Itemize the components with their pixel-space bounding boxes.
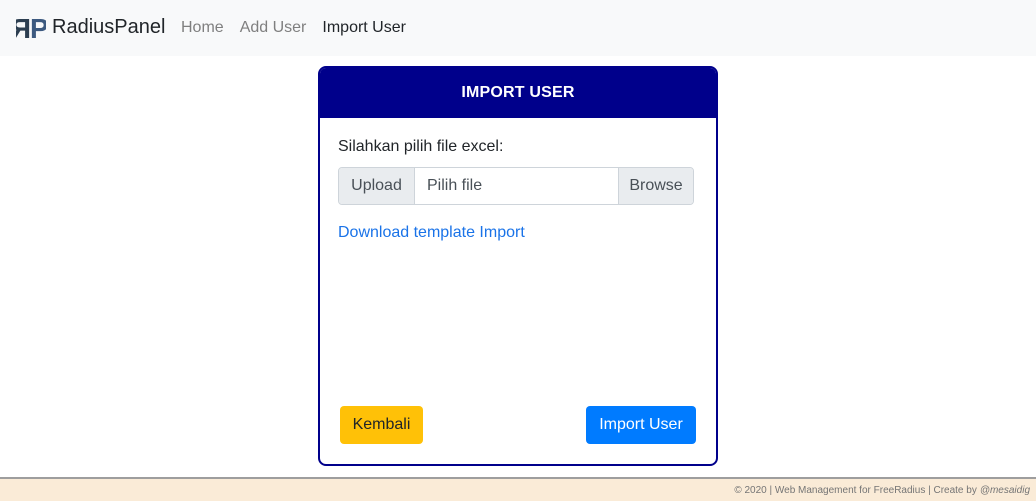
radiuspanel-logo-icon: R P: [16, 13, 46, 42]
top-navbar: R P RadiusPanel Home Add User Import Use…: [0, 0, 1036, 56]
footer-author: @mesaidig: [979, 484, 1030, 496]
card-title: IMPORT USER: [320, 68, 716, 118]
download-template-link[interactable]: Download template Import: [338, 224, 525, 242]
import-user-button[interactable]: Import User: [586, 406, 696, 444]
nav-links: Home Add User Import User: [173, 0, 414, 56]
file-input-group: Upload Pilih file Browse: [338, 167, 694, 205]
nav-import-user[interactable]: Import User: [314, 0, 414, 56]
browse-button[interactable]: Browse: [618, 168, 693, 204]
nav-add-user[interactable]: Add User: [232, 0, 315, 56]
import-user-card: IMPORT USER Silahkan pilih file excel: U…: [318, 66, 718, 466]
upload-label: Upload: [339, 168, 415, 204]
brand-name: RadiusPanel: [52, 16, 166, 38]
brand[interactable]: R P RadiusPanel: [16, 12, 165, 42]
svg-text:R: R: [16, 13, 31, 42]
svg-text:P: P: [30, 13, 46, 42]
file-label: Silahkan pilih file excel:: [338, 138, 504, 155]
back-button[interactable]: Kembali: [340, 406, 423, 444]
nav-home[interactable]: Home: [173, 0, 232, 56]
footer: © 2020 | Web Management for FreeRadius |…: [0, 477, 1036, 501]
file-input[interactable]: Pilih file: [415, 168, 618, 204]
footer-text: © 2020 | Web Management for FreeRadius |…: [734, 484, 977, 496]
